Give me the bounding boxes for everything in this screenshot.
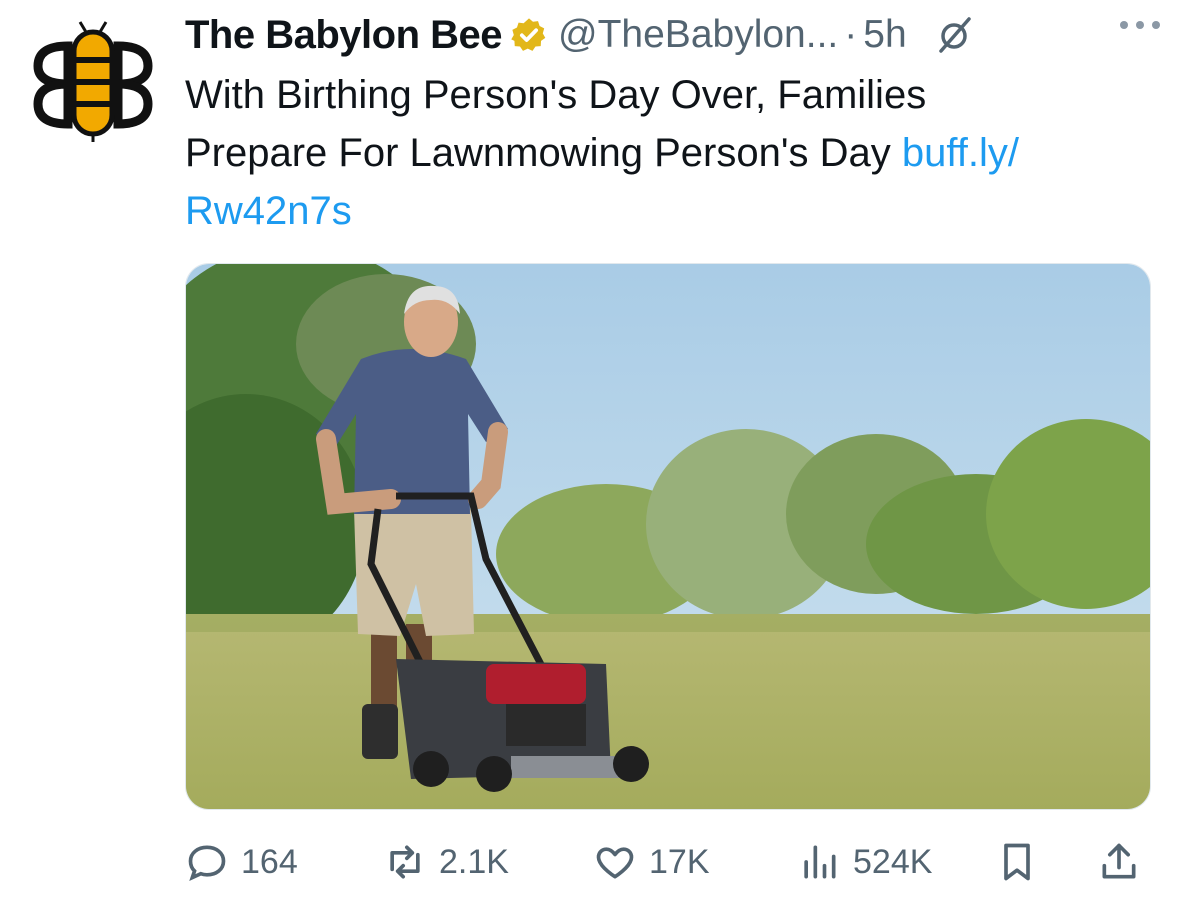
share-button[interactable] <box>1097 832 1141 892</box>
like-count: 17K <box>649 842 710 881</box>
bee-logo-icon <box>33 21 153 142</box>
author-name[interactable]: The Babylon Bee <box>185 13 503 58</box>
tweet-link-part-1[interactable]: buff.ly/ <box>902 131 1019 175</box>
reply-icon <box>188 845 226 882</box>
avatar[interactable] <box>28 18 158 148</box>
heart-icon <box>596 847 634 879</box>
photo-man-mowing-lawn <box>186 264 1150 809</box>
like-button[interactable]: 17K <box>593 832 710 892</box>
tweet-media[interactable] <box>185 263 1151 810</box>
repost-button[interactable]: 2.1K <box>383 832 509 892</box>
separator-dot: · <box>844 13 858 56</box>
tweet-text-line-2: Prepare For Lawnmowing Person's Day <box>185 131 902 175</box>
bookmark-button[interactable] <box>995 832 1039 892</box>
repost-count: 2.1K <box>439 842 509 881</box>
reply-count: 164 <box>241 842 298 881</box>
tweet-link-part-2[interactable]: Rw42n7s <box>185 189 352 233</box>
share-icon <box>1102 843 1136 879</box>
views-chart-icon <box>804 845 836 879</box>
views-button[interactable]: 524K <box>797 832 932 892</box>
gold-verified-icon[interactable] <box>510 16 548 54</box>
tweet-header: The Babylon Bee @TheBabylon... · 5h <box>185 10 1155 60</box>
tweet-text: With Birthing Person's Day Over, Familie… <box>185 66 1145 240</box>
reply-button[interactable]: 164 <box>185 832 298 892</box>
repost-icon <box>390 845 420 879</box>
grok-icon[interactable] <box>935 15 975 55</box>
bookmark-icon <box>1004 843 1030 881</box>
views-count: 524K <box>853 842 933 881</box>
tweet-text-line-1: With Birthing Person's Day Over, Familie… <box>185 73 927 117</box>
tweet-actions: 164 2.1K 17K 524K <box>185 832 1151 892</box>
more-options-icon[interactable] <box>1116 14 1164 36</box>
author-handle[interactable]: @TheBabylon... <box>558 13 838 57</box>
timestamp[interactable]: 5h <box>863 13 906 57</box>
